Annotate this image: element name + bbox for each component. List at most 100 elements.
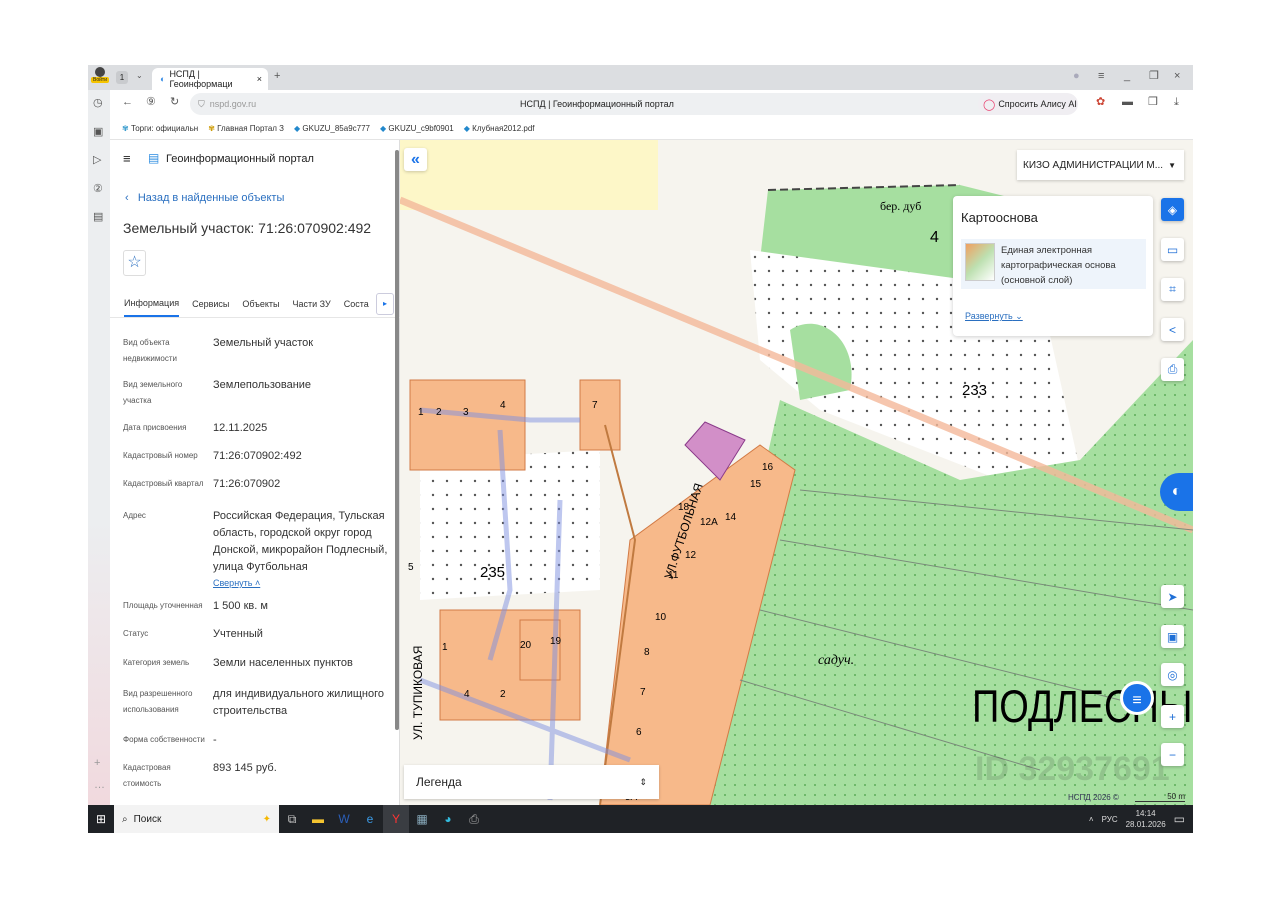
select-tool-icon[interactable]: ◈: [1161, 198, 1184, 221]
field-value: 12.11.2025: [213, 422, 268, 434]
basemap-layer-item[interactable]: Единая электронная картографическая осно…: [961, 239, 1146, 289]
map-label-street: УЛ. ТУПИКОВАЯ: [411, 646, 425, 740]
chat-list-icon[interactable]: ≡: [1120, 681, 1154, 715]
field-value: 1 500 кв. м: [213, 600, 268, 612]
tab-objects[interactable]: Объекты: [242, 299, 279, 309]
house-number: 20: [520, 640, 532, 651]
share-icon[interactable]: <: [1161, 318, 1184, 341]
back-icon[interactable]: ←: [122, 97, 133, 108]
print-icon[interactable]: ⎙: [1161, 358, 1184, 381]
chevron-down-icon[interactable]: ⌄: [136, 72, 143, 80]
ruler-icon[interactable]: ▭: [1161, 238, 1184, 261]
tab-counter[interactable]: 1: [116, 71, 128, 84]
mask-icon[interactable]: ▬: [1122, 97, 1133, 108]
field-label: Площадь уточненная: [123, 601, 203, 610]
bookmark[interactable]: ◆ GKUZU_85a9c777: [294, 124, 370, 133]
back-link[interactable]: ‹ Назад в найденные объекты: [125, 192, 284, 204]
profile-button[interactable]: Войти: [91, 67, 109, 88]
panel-tabs: Информация Сервисы Объекты Части ЗУ Сост…: [110, 290, 400, 318]
map-label-4: 4: [930, 229, 939, 246]
taskbar-search[interactable]: ⌕ Поиск ✦: [114, 805, 279, 833]
menu-icon[interactable]: ≡: [1098, 71, 1104, 82]
tab-2-icon[interactable]: ②: [93, 184, 103, 195]
collapse-link[interactable]: Свернуть ˄: [213, 578, 260, 588]
legend-toggle[interactable]: Легенда ⇕: [404, 765, 659, 799]
bookmark[interactable]: ✾ Главная Портал З: [208, 124, 284, 133]
locate-icon[interactable]: ➤: [1161, 585, 1184, 608]
browser-tab[interactable]: ◐ НСПД | Геоинформаци ×: [152, 68, 268, 90]
extension-icon[interactable]: ●: [1073, 71, 1080, 82]
bookmark[interactable]: ◆ Клубная2012.pdf: [464, 124, 535, 133]
language-indicator[interactable]: РУС: [1102, 815, 1118, 824]
zoom-out-icon[interactable]: −: [1161, 743, 1184, 766]
history-icon[interactable]: ◷: [93, 98, 103, 109]
add-icon[interactable]: +: [94, 758, 100, 769]
panel-scrollbar[interactable]: [395, 150, 399, 730]
house-number: 11: [668, 570, 679, 581]
notifications-icon[interactable]: ▭: [1174, 812, 1185, 826]
field-label: Адрес: [123, 511, 146, 520]
more-icon[interactable]: …: [94, 780, 105, 791]
tab-services[interactable]: Сервисы: [192, 299, 229, 309]
yandex-icon[interactable]: ⑨: [146, 97, 156, 108]
edge-icon[interactable]: ◕: [435, 805, 461, 833]
layer-select[interactable]: КИЗО АДМИНИСТРАЦИИ М... ▼: [1017, 150, 1184, 180]
alice-button[interactable]: ◯ Спросить Алису AI: [978, 93, 1078, 115]
tab-info[interactable]: Информация: [124, 290, 180, 317]
tray-chevron-icon[interactable]: ˄: [1089, 815, 1094, 824]
house-number: 10: [655, 612, 667, 623]
shield-icon: ⛉: [198, 98, 205, 109]
ie-icon[interactable]: e: [357, 805, 383, 833]
map-view[interactable]: бер. дуб 4 233 235 УЛ.ФУТБОЛЬНАЯ УЛ. ТУП…: [400, 140, 1193, 805]
house-number: 2: [436, 407, 442, 418]
bookmark[interactable]: ✾ Торги: официальн: [122, 124, 198, 133]
basemap-thumbnail: [965, 243, 995, 281]
minimize-icon[interactable]: _: [1124, 71, 1130, 82]
geolocation-icon[interactable]: ◎: [1161, 663, 1184, 686]
restore-icon[interactable]: ❐: [1149, 71, 1159, 82]
zoom-in-icon[interactable]: +: [1161, 705, 1184, 728]
clock[interactable]: 14:14 28.01.2026: [1126, 808, 1166, 830]
screenshot: Войти 1 ⌄ ◐ НСПД | Геоинформаци × + ● ≡ _ …: [88, 65, 1193, 833]
file-explorer-icon[interactable]: ▬: [305, 805, 331, 833]
reader-icon[interactable]: ❒: [1148, 97, 1158, 108]
info-panel: ≡ ▤ Геоинформационный портал ‹ Назад в н…: [110, 140, 400, 805]
tabs-scroll-right-icon[interactable]: ▸: [376, 293, 394, 315]
house-number: 3: [463, 407, 469, 418]
minimap-icon[interactable]: ▣: [1161, 625, 1184, 648]
taskbar: ⊞ ⌕ Поиск ✦ ⧉ ▬ W e Y ▦ ◕ ⎙ ˄ РУС 14:14 28.…: [88, 805, 1193, 833]
house-number: 1: [442, 642, 448, 653]
expand-link[interactable]: Развернуть ⌄: [965, 311, 1023, 322]
assistant-icon[interactable]: ◐: [1160, 473, 1193, 511]
bookmark[interactable]: ◆ GKUZU_c9bf0901: [380, 124, 454, 133]
house-number: 4: [500, 400, 506, 411]
extension-flower-icon[interactable]: ✿: [1096, 97, 1105, 108]
hamburger-menu-icon[interactable]: ≡: [123, 151, 131, 166]
house-number: 7: [640, 687, 646, 698]
bookmarks-bar: ✾ Торги: официальн ✾ Главная Портал З ◆ …: [110, 118, 1193, 140]
url-input[interactable]: ⛉ nspd.gov.ru НСПД | Геоинформационный п…: [190, 93, 1070, 115]
tab-parts[interactable]: Части ЗУ: [293, 299, 331, 309]
favorite-star-icon[interactable]: ☆: [123, 250, 146, 276]
collapse-panel-button[interactable]: «: [404, 148, 427, 171]
scanner-icon[interactable]: ⎙: [461, 805, 487, 833]
windows-start-icon[interactable]: ⊞: [88, 805, 114, 833]
area-select-icon[interactable]: ⌗: [1161, 278, 1184, 301]
close-window-icon[interactable]: ×: [1174, 71, 1180, 82]
word-icon[interactable]: W: [331, 805, 357, 833]
collections-icon[interactable]: ▣: [93, 127, 103, 138]
lock-icon[interactable]: ▤: [93, 212, 103, 223]
new-tab-icon[interactable]: +: [274, 71, 280, 82]
download-icon[interactable]: ⤓: [1174, 97, 1179, 108]
field-value: Земли населенных пунктов: [213, 657, 353, 669]
calculator-icon[interactable]: ▦: [409, 805, 435, 833]
close-tab-icon[interactable]: ×: [257, 74, 262, 84]
yandex-browser-icon[interactable]: Y: [383, 805, 409, 833]
tab-composition[interactable]: Соста: [344, 299, 369, 309]
play-icon[interactable]: ▷: [93, 155, 101, 166]
house-number: 1: [418, 407, 424, 418]
reload-icon[interactable]: ↻: [170, 97, 179, 108]
task-view-icon[interactable]: ⧉: [279, 805, 305, 833]
field-value: для индивидуального жилищного строительс…: [213, 688, 385, 717]
house-number: 16: [762, 462, 774, 473]
